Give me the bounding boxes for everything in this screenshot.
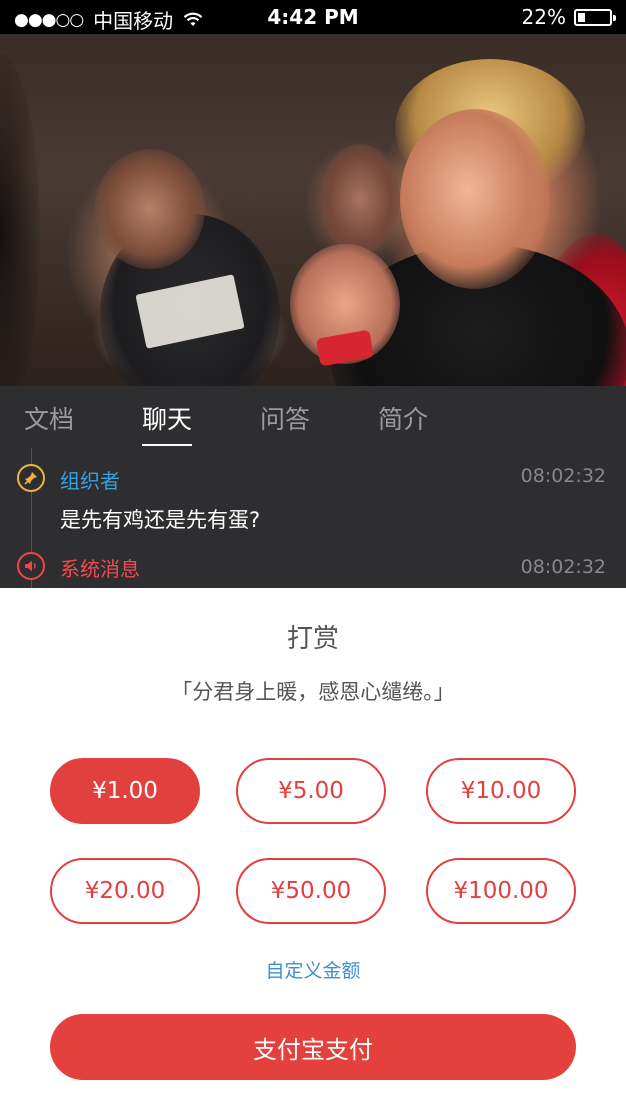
tab-bar: 文档 聊天 问答 简介	[0, 386, 626, 448]
message-time: 08:02:32	[520, 465, 606, 487]
live-video-image[interactable]	[0, 34, 626, 386]
reward-panel: 打赏 「分君身上暖，感恩心缱绻。」 ¥1.00 ¥5.00 ¥10.00 ¥20…	[0, 588, 626, 1113]
chat-list[interactable]: 组织者 08:02:32 是先有鸡还是先有蛋? 系统消息 08:02:32	[0, 448, 626, 588]
battery-level	[578, 12, 585, 22]
live-room-screen: ●●●○○ 中国移动 4:42 PM 22% 文档 聊天 问答 简介 组织者 0…	[0, 0, 626, 1113]
tab-intro[interactable]: 简介	[378, 400, 428, 436]
amount-option[interactable]: ¥1.00	[50, 758, 200, 824]
tab-chat[interactable]: 聊天	[142, 400, 193, 446]
speaker-icon	[17, 552, 45, 580]
message-sender: 组织者	[60, 469, 120, 493]
tab-qa[interactable]: 问答	[260, 400, 310, 436]
amount-option[interactable]: ¥5.00	[236, 758, 386, 824]
amount-option[interactable]: ¥10.00	[426, 758, 576, 824]
message-time: 08:02:32	[520, 556, 606, 578]
status-bar: ●●●○○ 中国移动 4:42 PM 22%	[0, 0, 626, 34]
amount-option[interactable]: ¥50.00	[236, 858, 386, 924]
battery-icon	[574, 8, 616, 26]
battery-percent: 22%	[521, 5, 566, 29]
tab-documents[interactable]: 文档	[24, 400, 74, 436]
reward-title: 打赏	[286, 624, 339, 654]
pin-icon	[17, 464, 45, 492]
photo-shadow	[0, 54, 40, 386]
message-sender: 系统消息	[60, 557, 140, 581]
amount-option[interactable]: ¥20.00	[50, 858, 200, 924]
status-right: 22%	[521, 5, 616, 29]
amount-option[interactable]: ¥100.00	[426, 858, 576, 924]
alipay-pay-button[interactable]: 支付宝支付	[50, 1014, 576, 1080]
photo-person-left-head	[95, 149, 205, 269]
reward-quote: 「分君身上暖，感恩心缱绻。」	[171, 680, 455, 704]
custom-amount-link[interactable]: 自定义金额	[0, 956, 626, 983]
photo-person-middle-head	[320, 144, 400, 254]
photo-person-main-face	[400, 109, 550, 289]
message-text: 是先有鸡还是先有蛋?	[60, 508, 261, 532]
